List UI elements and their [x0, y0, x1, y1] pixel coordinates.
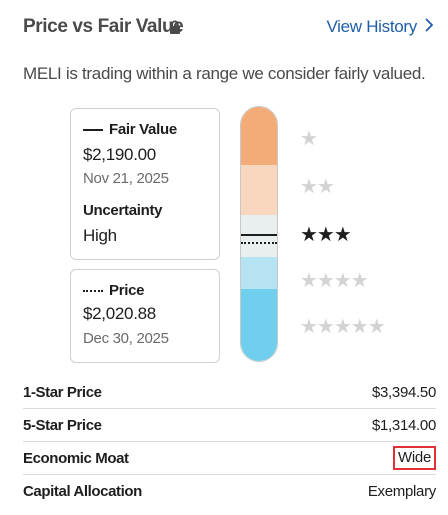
solid-line-icon [83, 129, 103, 131]
table-row: Economic Moat Wide [23, 442, 436, 475]
band-4-star [241, 257, 277, 289]
dotted-line-icon [83, 290, 103, 292]
star-row-3: ★★★ [300, 224, 352, 246]
lock-icon [169, 20, 181, 34]
valuation-table: 1-Star Price $3,394.50 5-Star Price $1,3… [23, 376, 436, 508]
section-title: Price vs Fair Value [23, 16, 184, 37]
fair-value-label-row: Fair Value [83, 120, 177, 140]
band-2-star [241, 165, 277, 215]
price-amount: $2,020.88 [83, 304, 156, 323]
star-rating-thermometer [240, 106, 278, 362]
price-marker [241, 242, 277, 244]
row-label: 5-Star Price [23, 416, 102, 434]
star-row-2: ★★ [300, 176, 335, 198]
row-value: Exemplary [367, 483, 436, 500]
band-3-star [241, 215, 277, 257]
row-label: 1-Star Price [23, 383, 102, 401]
row-value: $1,314.00 [371, 416, 436, 434]
uncertainty-label: Uncertainty [83, 202, 163, 219]
row-label: Economic Moat [23, 449, 129, 467]
price-card: Price $2,020.88 Dec 30, 2025 [70, 269, 220, 363]
star-row-4: ★★★★ [300, 270, 369, 292]
fair-value-amount: $2,190.00 [83, 145, 156, 164]
fair-value-date: Nov 21, 2025 [83, 170, 169, 187]
star-row-5: ★★★★★ [300, 316, 386, 338]
price-label: Price [109, 282, 145, 299]
fair-value-marker [241, 234, 277, 236]
row-label: Capital Allocation [23, 483, 142, 500]
table-row: 1-Star Price $3,394.50 [23, 376, 436, 409]
fair-value-label: Fair Value [109, 121, 177, 138]
section-header: Price vs Fair Value View History [23, 14, 434, 40]
price-label-row: Price [83, 281, 145, 301]
table-row: 5-Star Price $1,314.00 [23, 409, 436, 442]
uncertainty-value: High [83, 226, 117, 245]
view-history-label: View History [326, 17, 417, 36]
star-row-1: ★ [300, 128, 318, 150]
fair-value-card: Fair Value $2,190.00 Nov 21, 2025 Uncert… [70, 108, 220, 260]
row-value: $3,394.50 [371, 383, 436, 401]
economic-moat-value: Wide [393, 446, 436, 470]
valuation-summary: MELI is trading within a range we consid… [23, 64, 426, 83]
band-5-star [241, 289, 277, 361]
band-1-star [241, 107, 277, 165]
price-date: Dec 30, 2025 [83, 330, 169, 347]
view-history-link[interactable]: View History [326, 14, 434, 40]
chevron-right-icon [425, 14, 434, 40]
table-row: Capital Allocation Exemplary [23, 475, 436, 508]
